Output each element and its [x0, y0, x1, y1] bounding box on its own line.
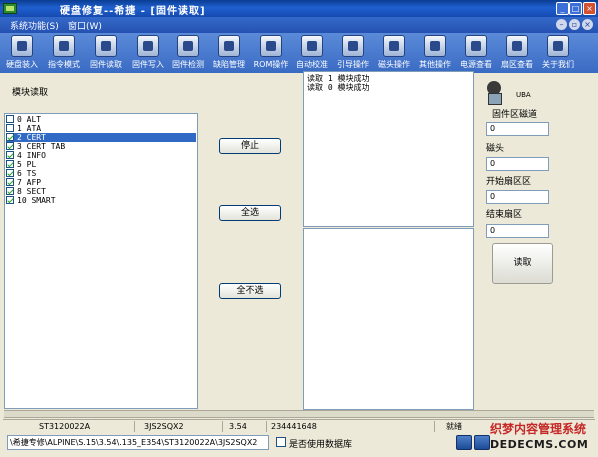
- boot-icon: [342, 35, 364, 57]
- stop-button[interactable]: 停止: [219, 138, 281, 154]
- tool-firmware-read[interactable]: 固件读取: [86, 35, 126, 72]
- firmware-check-icon: [177, 35, 199, 57]
- window-title: 硬盘修复--希捷 - [固件读取]: [60, 6, 206, 17]
- tool-boot[interactable]: 引导操作: [333, 35, 373, 72]
- sector-icon: [506, 35, 528, 57]
- path-field[interactable]: \希捷专修\ALPINE\S.15\3.54\.135_E354\ST31200…: [7, 435, 269, 450]
- disk-load-icon: [11, 35, 33, 57]
- use-database-label: 是否使用数据库: [289, 440, 353, 450]
- tool-about[interactable]: 关于我们: [538, 35, 578, 72]
- save-icon[interactable]: [474, 435, 490, 450]
- list-item[interactable]: 3 CERT TAB: [6, 142, 196, 151]
- tool-command-mode[interactable]: 指令模式: [44, 35, 84, 72]
- start-sector-label: 开始扇区区: [486, 177, 532, 187]
- mdi-close-icon[interactable]: ×: [582, 19, 593, 30]
- toolbar: 硬盘装入 指令模式 固件读取 固件写入 固件检测 缺陷管理 ROM操作 自动校准…: [0, 33, 598, 73]
- mdi-minimize-icon[interactable]: –: [556, 19, 567, 30]
- uba-label: UBA: [516, 91, 531, 99]
- checkbox[interactable]: [6, 115, 14, 123]
- log-line: 读取 0 模块成功: [307, 83, 370, 92]
- tool-power[interactable]: 电源查看: [456, 35, 496, 72]
- drive-firmware: 3.54: [225, 421, 267, 432]
- checkbox[interactable]: [6, 142, 14, 150]
- status-text: 就绪: [446, 422, 462, 431]
- watermark-url: DEDECMS.COM: [490, 438, 589, 451]
- firmware-write-icon: [137, 35, 159, 57]
- menu-window[interactable]: 窗口(W): [68, 19, 102, 32]
- defect-tools-icon: [218, 35, 240, 57]
- menu-system[interactable]: 系统功能(S): [10, 19, 59, 32]
- module-list[interactable]: 0 ALT 1 ATA 2 CERT 3 CERT TAB 4 INFO 5 P…: [4, 113, 198, 409]
- auto-calibrate-icon: [301, 35, 323, 57]
- tool-rom[interactable]: ROM操作: [251, 35, 291, 72]
- list-item[interactable]: 0 ALT: [6, 115, 196, 124]
- tool-firmware-check[interactable]: 固件检测: [168, 35, 208, 72]
- about-icon: [547, 35, 569, 57]
- checkbox[interactable]: [6, 169, 14, 177]
- close-button[interactable]: ×: [583, 2, 596, 15]
- firmware-read-icon: [95, 35, 117, 57]
- rom-icon: [260, 35, 282, 57]
- secondary-output[interactable]: [303, 228, 474, 410]
- head-icon: [383, 35, 405, 57]
- tool-sector[interactable]: 扇区查看: [497, 35, 537, 72]
- firmware-track-field[interactable]: 0: [486, 122, 549, 136]
- checkbox[interactable]: [6, 160, 14, 168]
- select-none-button[interactable]: 全不选: [219, 283, 281, 299]
- checkbox[interactable]: [6, 178, 14, 186]
- list-item[interactable]: 2 CERT: [6, 133, 196, 142]
- minimize-button[interactable]: _: [556, 2, 569, 15]
- list-item[interactable]: 5 PL: [6, 160, 196, 169]
- head-field[interactable]: 0: [486, 157, 549, 171]
- watermark-title: 织梦内容管理系统: [490, 422, 587, 436]
- command-icon: [53, 35, 75, 57]
- list-item[interactable]: 4 INFO: [6, 151, 196, 160]
- tool-auto-calibrate[interactable]: 自动校准: [292, 35, 332, 72]
- module-read-label: 模块读取: [12, 88, 49, 98]
- drive-model: ST3120022A: [5, 421, 135, 432]
- checkbox[interactable]: [6, 124, 14, 132]
- mdi-restore-icon[interactable]: ▫: [569, 19, 580, 30]
- tool-head[interactable]: 磁头操作: [374, 35, 414, 72]
- drive-serial: 3JS2SQX2: [137, 421, 223, 432]
- power-icon: [465, 35, 487, 57]
- checkbox[interactable]: [6, 133, 14, 141]
- checkbox[interactable]: [6, 196, 14, 204]
- tool-firmware-write[interactable]: 固件写入: [128, 35, 168, 72]
- drive-capacity: 234441648: [269, 421, 435, 432]
- list-item[interactable]: 6 TS: [6, 169, 196, 178]
- status-divider: [4, 410, 594, 418]
- start-sector-field[interactable]: 0: [486, 190, 549, 204]
- tool-disk-load[interactable]: 硬盘装入: [2, 35, 42, 72]
- title-bar[interactable]: 硬盘修复--希捷 - [固件读取] _ □ ×: [0, 0, 598, 17]
- end-sector-label: 结束扇区: [486, 210, 523, 220]
- folder-icon[interactable]: [456, 435, 472, 450]
- head-label: 磁头: [486, 144, 505, 154]
- list-item[interactable]: 8 SECT: [6, 187, 196, 196]
- log-output[interactable]: 读取 1 模块成功 读取 0 模块成功: [303, 71, 474, 227]
- checkbox[interactable]: [6, 187, 14, 195]
- hard-drive-icon: [487, 81, 502, 105]
- tool-other[interactable]: 其他操作: [415, 35, 455, 72]
- menu-bar: 系统功能(S) 窗口(W) – ▫ ×: [0, 17, 598, 33]
- app-icon: [3, 3, 17, 14]
- checkbox[interactable]: [6, 151, 14, 159]
- tool-defect-management[interactable]: 缺陷管理: [209, 35, 249, 72]
- log-line: 读取 1 模块成功: [307, 74, 370, 83]
- maximize-button[interactable]: □: [569, 2, 582, 15]
- use-database-checkbox[interactable]: [276, 437, 286, 447]
- list-item[interactable]: 1 ATA: [6, 124, 196, 133]
- list-item[interactable]: 10 SMART: [6, 196, 196, 205]
- select-all-button[interactable]: 全选: [219, 205, 281, 221]
- firmware-track-label: 固件区磁道: [492, 110, 538, 120]
- end-sector-field[interactable]: 0: [486, 224, 549, 238]
- other-icon: [424, 35, 446, 57]
- read-button[interactable]: 读取: [492, 243, 553, 284]
- list-item[interactable]: 7 AFP: [6, 178, 196, 187]
